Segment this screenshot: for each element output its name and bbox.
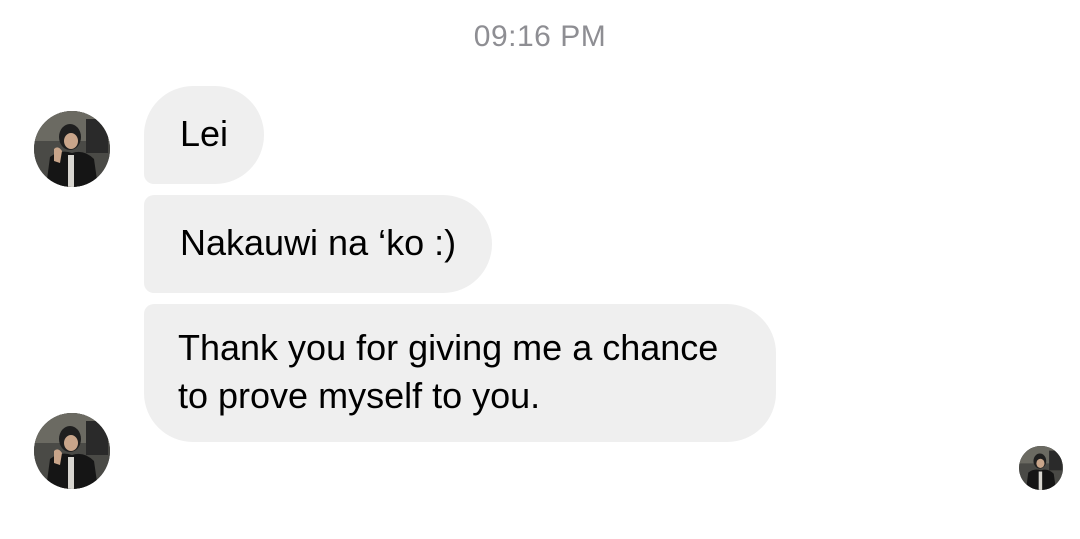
message-text: Thank you for giving me a chance to prov… <box>178 327 719 416</box>
message-bubble[interactable]: Nakauwi na ‘ko :) <box>144 195 493 293</box>
message-text: Lei <box>180 113 229 154</box>
profile-photo-icon <box>34 111 110 187</box>
message-text: Nakauwi na ‘ko :) <box>180 222 457 263</box>
message-bubble[interactable]: Thank you for giving me a chance to prov… <box>144 304 776 442</box>
seen-avatar-icon <box>1019 446 1063 490</box>
profile-photo-icon <box>34 413 110 489</box>
seen-avatar <box>1019 446 1063 490</box>
sender-avatar[interactable] <box>34 111 110 187</box>
message-bubble[interactable]: Lei <box>144 86 265 184</box>
message-timestamp: 09:16 PM <box>473 20 607 53</box>
sender-avatar[interactable] <box>34 413 110 489</box>
